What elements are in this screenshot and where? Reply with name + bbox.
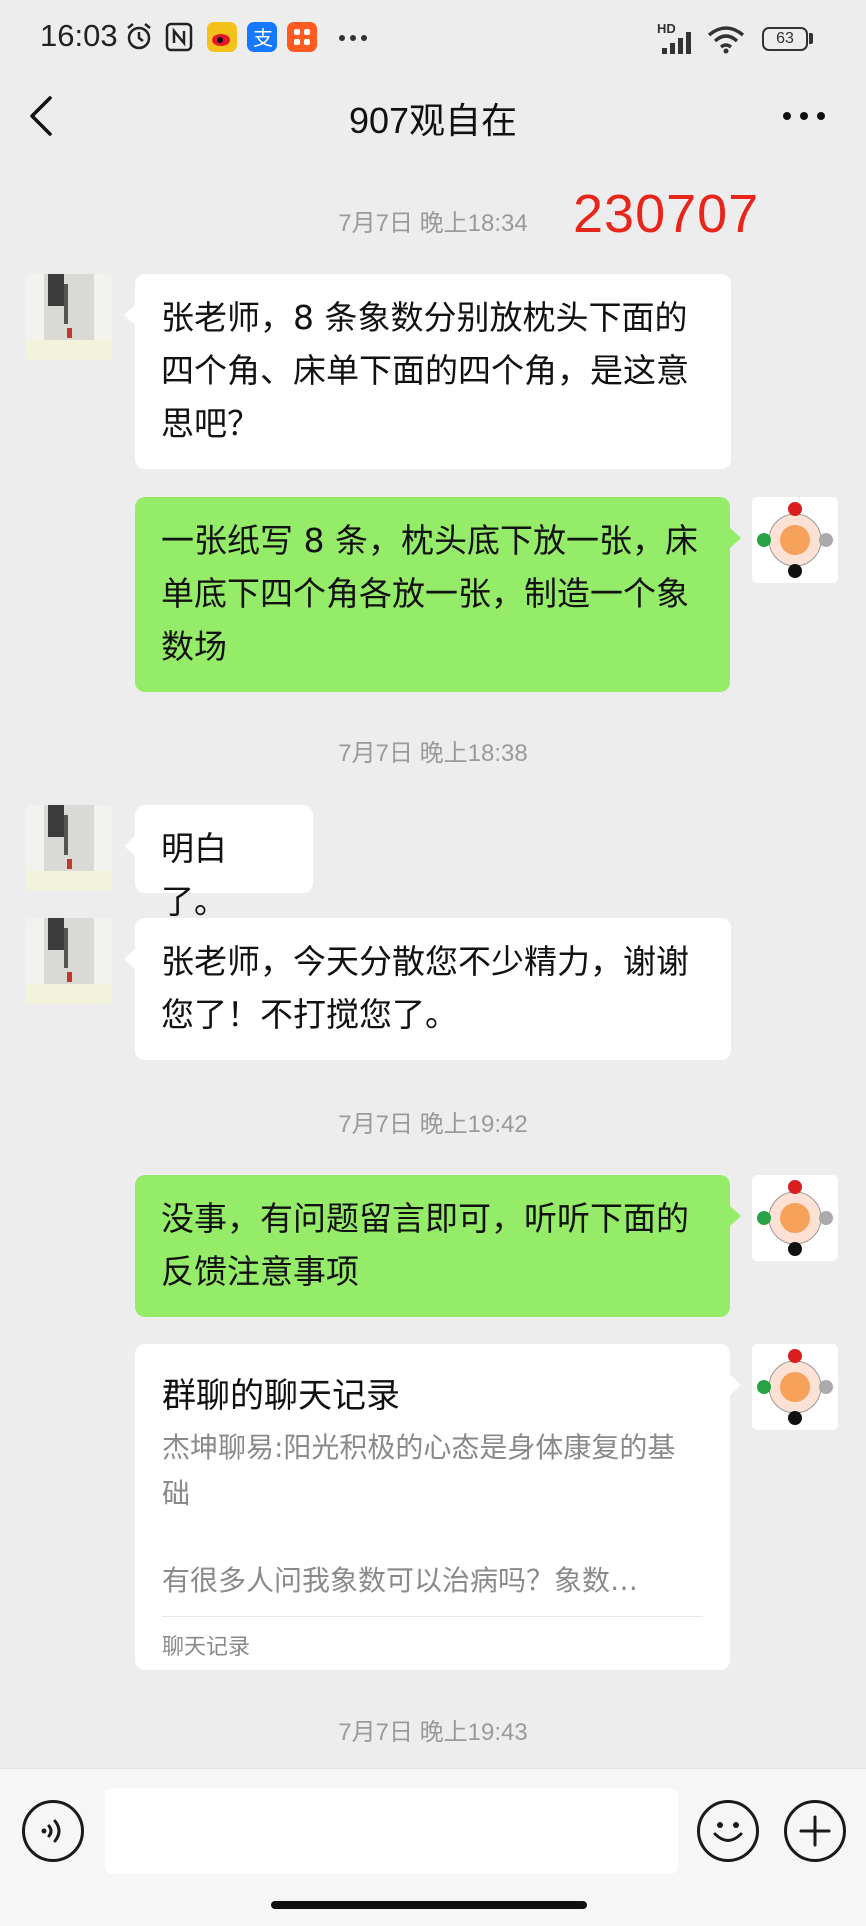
- my-avatar[interactable]: [752, 497, 838, 583]
- bubble-tail: [124, 949, 135, 969]
- status-time: 16:03: [40, 18, 118, 53]
- message-bubble-sent[interactable]: 没事，有问题留言即可，听听下面的反馈注意事项: [135, 1175, 730, 1317]
- timestamp: 7月7日 晚上18:38: [338, 740, 528, 767]
- card-divider: [162, 1616, 703, 1617]
- message-bubble-received[interactable]: 明白了。: [135, 805, 313, 921]
- battery-indicator: 63: [762, 27, 808, 51]
- message-bubble-received[interactable]: 张老师，8 条象数分别放枕头下面的四个角、床单下面的四个角，是这意思吧？: [135, 274, 731, 469]
- alarm-icon: [127, 23, 151, 50]
- card-title: 群聊的聊天记录: [162, 1376, 400, 1416]
- svg-text:支: 支: [253, 26, 273, 50]
- more-functions-button[interactable]: [784, 1800, 846, 1862]
- more-options-icon[interactable]: [782, 111, 826, 121]
- signal-icon: [662, 32, 691, 54]
- message-text-input[interactable]: [105, 1788, 678, 1874]
- card-preview-line: 有很多人问我象数可以治病吗？象数…: [162, 1564, 639, 1597]
- battery-tip: [809, 33, 813, 44]
- taobao-app-icon: [287, 22, 317, 52]
- timestamp: 7月7日 晚上19:43: [338, 1719, 528, 1746]
- wifi-icon: [707, 26, 745, 54]
- overlay-number: 230707: [573, 184, 760, 244]
- bubble-tail: [124, 836, 135, 856]
- bubble-tail: [124, 305, 135, 325]
- chat-record-card[interactable]: 群聊的聊天记录 杰坤聊易:阳光积极的心态是身体康复的基础 有很多人问我象数可以治…: [135, 1344, 730, 1670]
- contact-avatar[interactable]: [26, 918, 112, 1004]
- bubble-tail: [730, 1375, 741, 1395]
- plus-icon: [799, 1815, 831, 1847]
- bubble-tail: [730, 1206, 741, 1226]
- chat-title: 907观自在: [348, 100, 518, 141]
- more-notifications-icon: [339, 35, 367, 41]
- card-preview-line: 杰坤聊易:阳光积极的心态是身体康复的基础: [162, 1431, 676, 1510]
- alipay-app-icon: 支: [247, 22, 277, 52]
- weibo-app-icon: [207, 22, 237, 52]
- my-avatar[interactable]: [752, 1344, 838, 1430]
- bubble-tail: [730, 528, 741, 548]
- message-bubble-received[interactable]: 张老师，今天分散您不少精力，谢谢您了！不打搅您了。: [135, 918, 731, 1060]
- card-footer-label: 聊天记录: [162, 1635, 251, 1660]
- contact-avatar[interactable]: [26, 805, 112, 891]
- smiley-icon: [713, 1822, 743, 1842]
- voice-input-button[interactable]: [22, 1800, 84, 1862]
- emoji-button[interactable]: [697, 1800, 759, 1862]
- nfc-icon: [165, 22, 193, 52]
- message-bubble-sent[interactable]: 一张纸写 8 条，枕头底下放一张，床单底下四个角各放一张，制造一个象数场: [135, 497, 730, 692]
- timestamp: 7月7日 晚上19:42: [338, 1111, 528, 1138]
- my-avatar[interactable]: [752, 1175, 838, 1261]
- home-indicator[interactable]: [271, 1901, 587, 1909]
- voice-icon: [41, 1819, 61, 1843]
- contact-avatar[interactable]: [26, 274, 112, 360]
